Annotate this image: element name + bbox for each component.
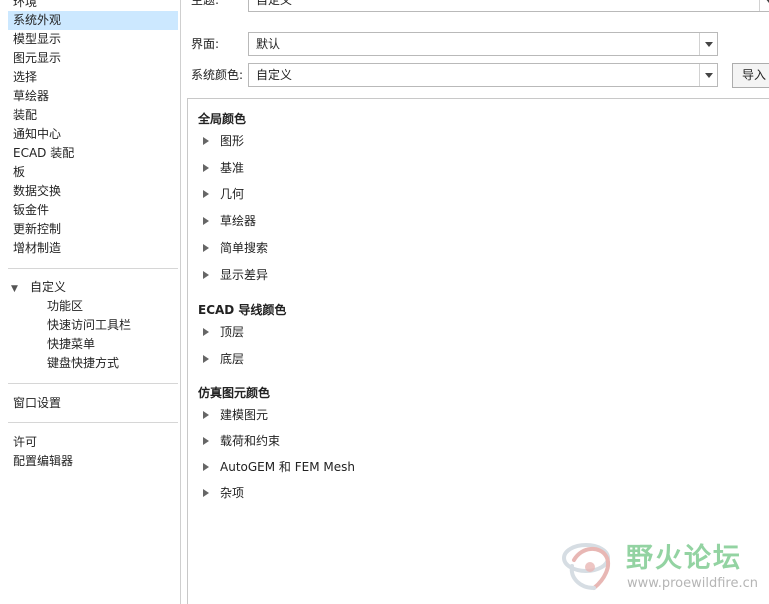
sidebar-item-ribbon[interactable]: 功能区 xyxy=(47,297,83,316)
sidebar-item-selection[interactable]: 选择 xyxy=(8,68,178,87)
interface-select-value: 默认 xyxy=(256,37,281,51)
tree-row-miscellaneous[interactable]: 杂项 xyxy=(203,484,244,502)
theme-label: 主题: xyxy=(191,0,220,7)
tree-row-loads-constraints[interactable]: 载荷和约束 xyxy=(203,432,280,450)
tree-row-label: 底层 xyxy=(220,352,245,366)
chevron-down-icon[interactable] xyxy=(699,64,717,86)
expand-arrow-icon[interactable] xyxy=(203,463,209,471)
tree-row-label: 显示差异 xyxy=(220,268,269,282)
interface-label: 界面: xyxy=(191,37,220,51)
sidebar-divider xyxy=(8,422,178,423)
tree-row-autogem-fem-mesh[interactable]: AutoGEM 和 FEM Mesh xyxy=(203,458,355,476)
tree-row-display-differences[interactable]: 显示差异 xyxy=(203,266,268,284)
chevron-down-icon[interactable] xyxy=(699,33,717,55)
sidebar-item-notification-center[interactable]: 通知中心 xyxy=(8,125,178,144)
import-button[interactable]: 导入 xyxy=(732,63,769,88)
expand-arrow-icon[interactable] xyxy=(203,489,209,497)
forum-logo-icon xyxy=(562,543,611,590)
expand-arrow-icon[interactable] xyxy=(203,355,209,363)
chevron-down-icon[interactable] xyxy=(759,0,769,11)
expand-arrow-icon[interactable] xyxy=(203,164,209,172)
section-header-simulation-colors: 仿真图元颜色 xyxy=(198,386,271,400)
tree-row-top-layer[interactable]: 顶层 xyxy=(203,323,244,341)
interface-select[interactable]: 默认 xyxy=(248,32,718,56)
expand-caret-icon[interactable]: ▼ xyxy=(8,280,22,299)
tree-row-datum[interactable]: 基准 xyxy=(203,159,244,177)
tree-row-label: 图形 xyxy=(220,134,245,148)
tree-row-label: 顶层 xyxy=(220,325,245,339)
sidebar-item-board[interactable]: 板 xyxy=(8,163,178,182)
sidebar-item-sheetmetal[interactable]: 钣金件 xyxy=(8,201,178,220)
tree-row-label: 载荷和约束 xyxy=(220,434,281,448)
watermark-url: www.proewildfire.cn xyxy=(627,576,758,591)
sidebar-item-customize[interactable]: ▼ 自定义 xyxy=(8,278,66,297)
sidebar-item-window-settings[interactable]: 窗口设置 xyxy=(8,394,178,413)
sidebar-item-sketcher[interactable]: 草绘器 xyxy=(8,87,178,106)
tree-row-sketcher[interactable]: 草绘器 xyxy=(203,212,256,230)
sidebar-item-assembly[interactable]: 装配 xyxy=(8,106,178,125)
tree-row-bottom-layer[interactable]: 底层 xyxy=(203,350,244,368)
sidebar-divider xyxy=(8,383,178,384)
sidebar-item-model-display[interactable]: 模型显示 xyxy=(8,30,178,49)
sidebar-divider xyxy=(8,268,178,269)
sidebar-item-data-exchange[interactable]: 数据交换 xyxy=(8,182,178,201)
watermark: 野火论坛 www.proewildfire.cn xyxy=(560,532,765,598)
options-sidebar: 环境 系统外观 模型显示 图元显示 选择 草绘器 装配 通知中心 ECAD 装配… xyxy=(0,0,181,604)
theme-select[interactable]: 自定义 xyxy=(248,0,769,12)
sidebar-item-system-appearance[interactable]: 系统外观 xyxy=(8,11,178,30)
expand-arrow-icon[interactable] xyxy=(203,217,209,225)
sidebar-item-keyboard-shortcuts[interactable]: 键盘快捷方式 xyxy=(47,354,119,373)
sidebar-item-entity-display[interactable]: 图元显示 xyxy=(8,49,178,68)
tree-row-label: 几何 xyxy=(220,187,245,201)
tree-row-label: AutoGEM 和 FEM Mesh xyxy=(220,460,355,474)
system-colors-select[interactable]: 自定义 xyxy=(248,63,718,87)
sidebar-item-label: 自定义 xyxy=(30,280,67,294)
section-header-global-colors: 全局颜色 xyxy=(198,112,247,126)
system-colors-label: 系统颜色: xyxy=(191,68,244,82)
tree-row-label: 简单搜索 xyxy=(220,241,269,255)
expand-arrow-icon[interactable] xyxy=(203,328,209,336)
sidebar-item-license[interactable]: 许可 xyxy=(8,433,178,452)
tree-row-label: 杂项 xyxy=(220,486,245,500)
tree-row-modeling-entities[interactable]: 建模图元 xyxy=(203,406,268,424)
section-header-ecad-wire-colors: ECAD 导线颜色 xyxy=(198,303,287,317)
sidebar-item-shortcut-menus[interactable]: 快捷菜单 xyxy=(47,335,95,354)
sidebar-item-additive-manufacturing[interactable]: 增材制造 xyxy=(8,239,178,258)
tree-row-label: 建模图元 xyxy=(220,408,269,422)
sidebar-item-update-control[interactable]: 更新控制 xyxy=(8,220,178,239)
expand-arrow-icon[interactable] xyxy=(203,271,209,279)
tree-row-graphics[interactable]: 图形 xyxy=(203,132,244,150)
expand-arrow-icon[interactable] xyxy=(203,411,209,419)
expand-arrow-icon[interactable] xyxy=(203,244,209,252)
tree-row-label: 草绘器 xyxy=(220,214,257,228)
theme-select-value: 自定义 xyxy=(256,0,293,7)
color-settings-panel xyxy=(187,98,769,604)
tree-row-geometry[interactable]: 几何 xyxy=(203,185,244,203)
tree-row-label: 基准 xyxy=(220,161,245,175)
sidebar-item-config-editor[interactable]: 配置编辑器 xyxy=(8,452,178,471)
watermark-title: 野火论坛 xyxy=(626,543,742,574)
system-colors-select-value: 自定义 xyxy=(256,68,293,82)
expand-arrow-icon[interactable] xyxy=(203,190,209,198)
expand-arrow-icon[interactable] xyxy=(203,437,209,445)
sidebar-item-quick-access-toolbar[interactable]: 快速访问工具栏 xyxy=(47,316,131,335)
sidebar-item-ecad-assembly[interactable]: ECAD 装配 xyxy=(8,144,178,163)
tree-row-simple-search[interactable]: 简单搜索 xyxy=(203,239,268,257)
expand-arrow-icon[interactable] xyxy=(203,137,209,145)
